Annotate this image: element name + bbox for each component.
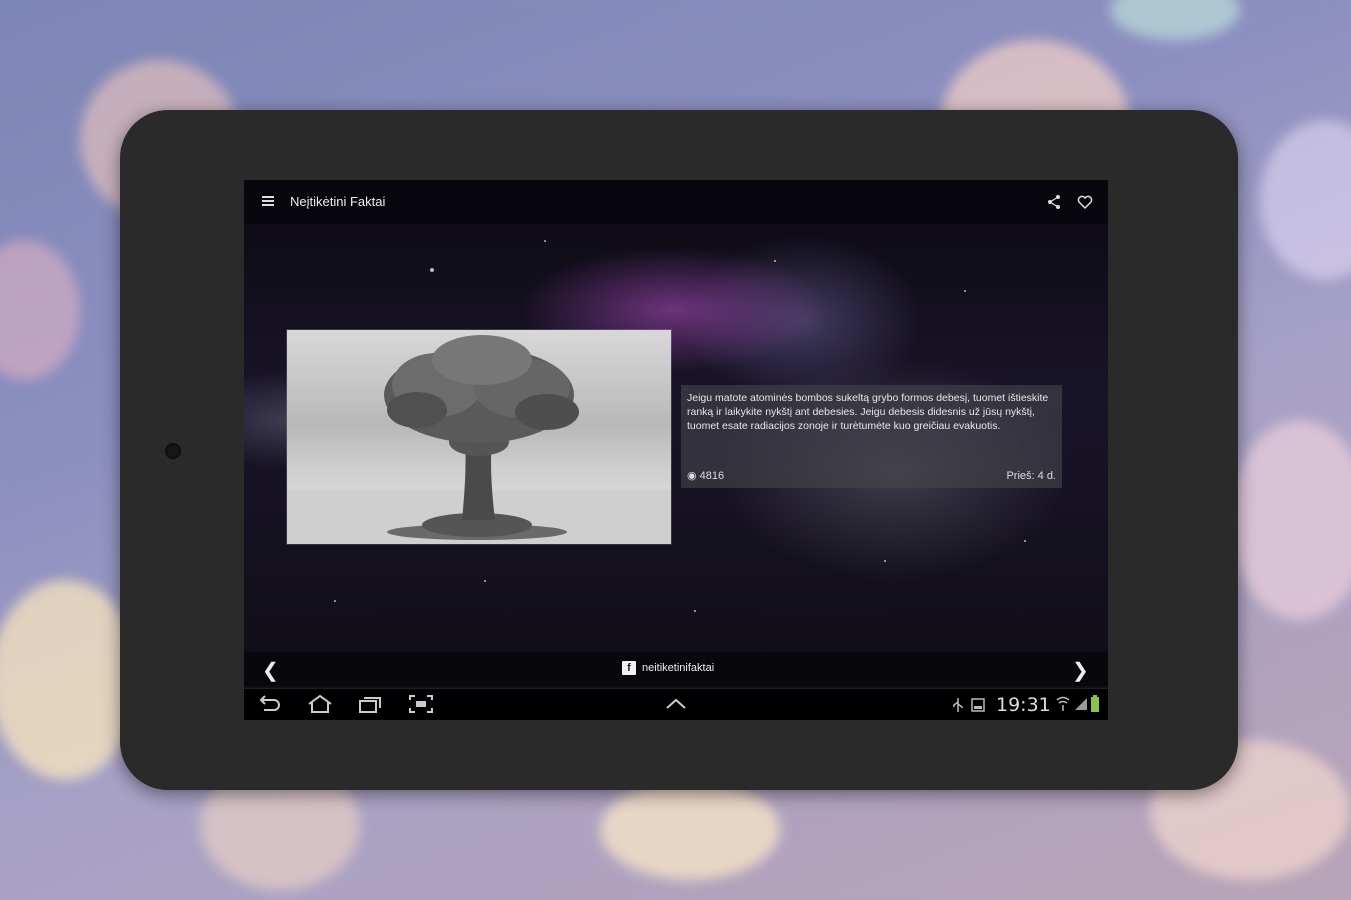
fact-navigation-bar: ❮ f neitiketinifaktai ❯ [244,652,1108,686]
system-navigation-bar: 19:31 [244,688,1108,720]
heart-icon[interactable] [1077,194,1093,215]
share-icon[interactable] [1046,194,1062,215]
fact-text: Jeigu matote atominės bombos sukeltą gry… [687,392,1049,432]
views-value: 4816 [699,470,725,482]
mushroom-cloud-photo [287,330,671,544]
menu-icon[interactable] [262,196,274,206]
storage-icon [970,697,986,718]
screenshot-icon[interactable] [408,694,434,719]
chevron-left-icon[interactable]: ❮ [262,658,279,683]
action-bar: Neįtikėtini Faktai [244,180,1108,224]
usb-icon [952,697,964,718]
back-icon[interactable] [258,694,282,719]
home-icon[interactable] [306,694,334,719]
tablet-screen: Neįtikėtini Faktai Jeigu matote atominės… [244,180,1108,720]
wifi-icon [1056,696,1070,717]
battery-icon [1090,695,1100,718]
fact-card: Jeigu matote atominės bombos sukeltą gry… [681,385,1062,488]
eye-icon: ◉ [687,470,697,482]
front-camera [165,443,181,459]
facebook-icon: f [622,661,636,675]
clock: 19:31 [996,694,1051,716]
chevron-right-icon[interactable]: ❯ [1072,658,1089,683]
recent-apps-icon[interactable] [358,694,384,719]
up-chevron-icon[interactable] [664,694,688,719]
facebook-handle: neitiketinifaktai [642,662,715,674]
signal-icon [1074,697,1088,716]
facebook-link[interactable]: f neitiketinifaktai [622,661,714,675]
app-title: Neįtikėtini Faktai [290,194,386,209]
views-count: ◉ 4816 [687,469,724,482]
time-ago: Prieš: 4 d. [1006,470,1056,482]
